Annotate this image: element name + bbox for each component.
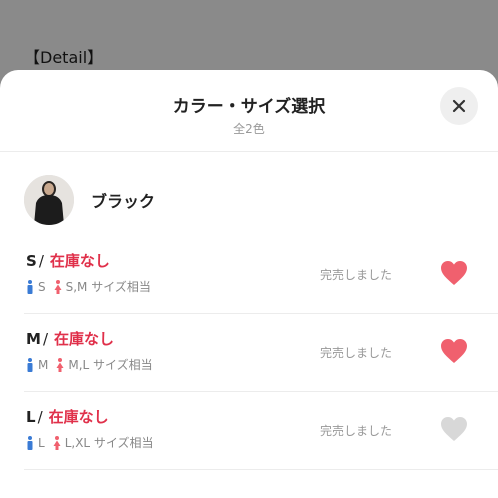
female-size: M,L サイズ相当 <box>68 358 153 372</box>
sheet-header: カラー・サイズ選択 全2色 <box>0 70 498 152</box>
size-label: L <box>26 408 36 426</box>
male-size: M <box>38 357 49 372</box>
size-header: S / 在庫なし <box>26 250 110 271</box>
male-size: S <box>38 279 46 294</box>
size-header: L / 在庫なし <box>26 406 109 427</box>
sold-out-text: 完売しました <box>319 424 392 438</box>
close-icon <box>452 99 466 113</box>
female-icon <box>56 357 64 372</box>
size-separator: / <box>42 330 48 348</box>
stock-status: 在庫なし <box>54 330 115 348</box>
male-icon <box>27 357 33 372</box>
heart-icon[interactable] <box>440 260 468 286</box>
size-equivalents: L L,XL サイズ相当 <box>26 434 154 451</box>
female-icon <box>53 435 61 450</box>
female-size: L,XL サイズ相当 <box>64 436 154 450</box>
size-row-m[interactable]: M / 在庫なし M M,L サイズ相当 完売しました <box>24 316 498 392</box>
size-row-s[interactable]: S / 在庫なし S S,M サイズ相当 完売しました <box>24 238 498 314</box>
female-size: S,M サイズ相当 <box>65 280 151 294</box>
male-size: L <box>38 435 45 450</box>
backdrop-heading: 【Detail】 <box>24 48 104 67</box>
sheet-title: カラー・サイズ選択 <box>172 97 326 117</box>
color-option-row[interactable]: ブラック <box>24 174 155 226</box>
close-button[interactable] <box>440 87 478 125</box>
size-separator: / <box>37 408 43 426</box>
heart-icon[interactable] <box>440 338 468 364</box>
size-label: S <box>26 252 37 270</box>
heart-icon[interactable] <box>440 416 468 442</box>
male-icon <box>27 279 33 294</box>
size-label: M <box>26 330 41 348</box>
sold-out-text: 完売しました <box>319 268 392 282</box>
sheet-subtitle: 全2色 <box>233 122 265 136</box>
size-equivalents: S S,M サイズ相当 <box>26 278 151 295</box>
female-icon <box>54 279 62 294</box>
size-equivalents: M M,L サイズ相当 <box>26 356 153 373</box>
size-separator: / <box>38 252 44 270</box>
size-row-l[interactable]: L / 在庫なし L L,XL サイズ相当 完売しました <box>24 394 498 470</box>
stock-status: 在庫なし <box>48 408 109 426</box>
color-name: ブラック <box>91 192 156 211</box>
color-size-sheet: カラー・サイズ選択 全2色 ブラック S / 在庫なし S S,M サイズ相当 … <box>0 70 498 498</box>
sold-out-text: 完売しました <box>319 346 392 360</box>
product-thumbnail <box>24 175 74 225</box>
stock-status: 在庫なし <box>49 252 110 270</box>
size-header: M / 在庫なし <box>26 328 114 349</box>
male-icon <box>27 435 33 450</box>
